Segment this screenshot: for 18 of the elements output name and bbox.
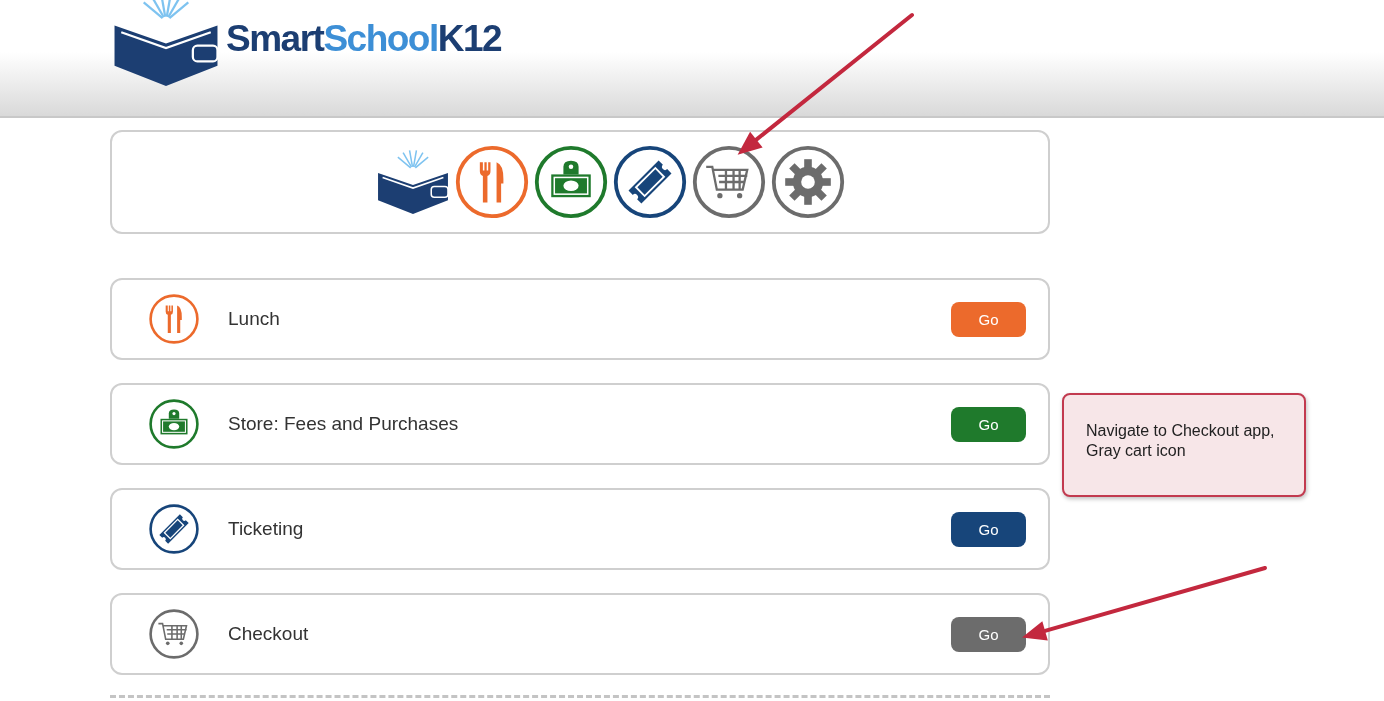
- go-button[interactable]: Go: [951, 511, 1026, 547]
- ticket-icon[interactable]: [611, 144, 688, 220]
- callout-note: Navigate to Checkout app, Gray cart icon: [1062, 393, 1306, 497]
- app-label: Ticketing: [228, 518, 305, 540]
- go-button[interactable]: Go: [951, 616, 1026, 652]
- settings-icon[interactable]: [769, 144, 846, 220]
- money-bag-icon: [148, 398, 200, 450]
- app-label: Lunch: [228, 308, 281, 330]
- logo-text: SmartSchoolK12: [226, 18, 502, 60]
- money-bag-icon[interactable]: [532, 144, 609, 220]
- go-button[interactable]: Go: [951, 406, 1026, 442]
- app-label: Checkout: [228, 623, 310, 645]
- cart-icon: [148, 608, 200, 660]
- cart-icon[interactable]: [690, 144, 767, 220]
- ticket-icon: [148, 503, 200, 555]
- go-button[interactable]: Go: [951, 301, 1026, 337]
- app-label: Store: Fees and Purchases: [228, 413, 460, 435]
- fork-knife-icon: [148, 293, 200, 345]
